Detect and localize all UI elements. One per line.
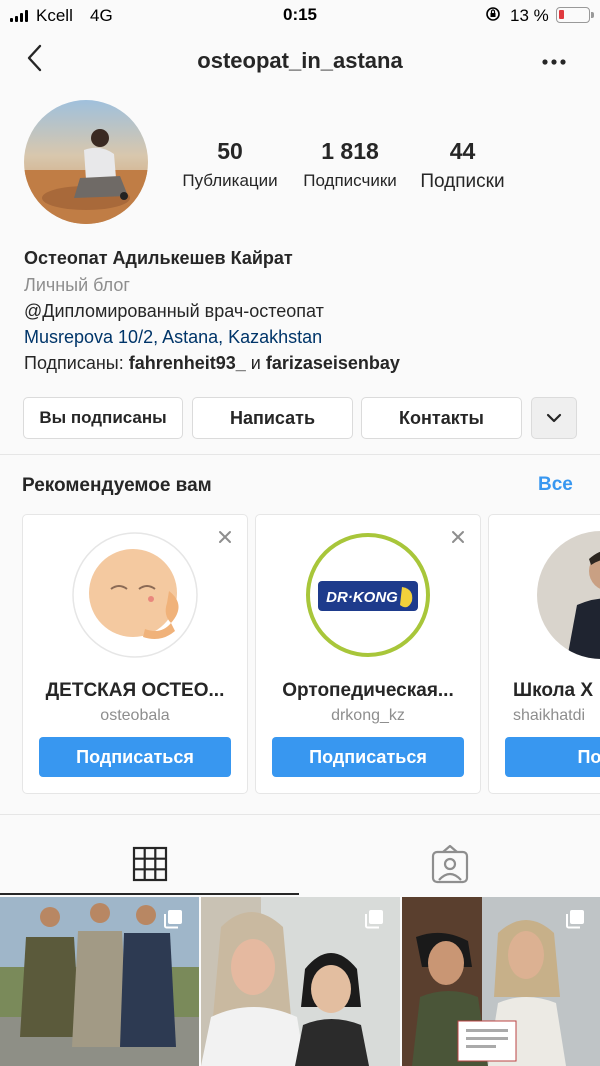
see-all-link[interactable]: Все bbox=[538, 474, 573, 496]
suggestion-name: Школа Х bbox=[513, 680, 594, 701]
active-tab-indicator bbox=[0, 893, 299, 895]
suggestion-card[interactable]: DR·KONG Ортопедическая... drkong_kz Подп… bbox=[255, 514, 481, 794]
following-label: Подписки bbox=[420, 171, 505, 192]
suggestion-username: drkong_kz bbox=[331, 707, 405, 724]
logo-text: DR·KONG bbox=[326, 589, 398, 606]
more-options-button[interactable] bbox=[535, 50, 575, 74]
divider bbox=[0, 454, 600, 455]
suggestion-username: shaikhatdi bbox=[513, 707, 586, 724]
followers-count: 1 818 bbox=[321, 138, 379, 164]
follow-button[interactable]: Подписаться bbox=[272, 737, 464, 777]
message-button[interactable]: Написать bbox=[192, 397, 353, 439]
profile-location-link[interactable]: Musrepova 10/2, Astana, Kazakhstan bbox=[24, 327, 322, 348]
tagged-person-icon bbox=[431, 844, 469, 884]
battery-icon bbox=[556, 7, 594, 23]
grid-icon bbox=[132, 846, 168, 882]
stat-following[interactable]: 44 Подписки bbox=[410, 138, 515, 193]
battery-percent: 13 % bbox=[510, 6, 549, 25]
stat-posts[interactable]: 50 Публикации bbox=[175, 138, 285, 191]
followed-by[interactable]: Подписаны: fahrenheit93_ и farizaseisenb… bbox=[24, 353, 400, 374]
close-icon bbox=[219, 531, 231, 543]
post-thumbnail[interactable] bbox=[402, 897, 600, 1066]
followed-by-and: и bbox=[245, 353, 266, 373]
suggestion-card[interactable]: ДЕТСКАЯ ОСТЕО... osteobala Подписаться bbox=[22, 514, 248, 794]
profile-avatar[interactable] bbox=[24, 100, 148, 224]
tab-tagged[interactable] bbox=[300, 840, 600, 896]
suggestion-avatar[interactable] bbox=[71, 531, 199, 659]
stat-followers[interactable]: 1 818 Подписчики bbox=[290, 138, 410, 191]
close-icon bbox=[452, 531, 464, 543]
multiple-photos-icon bbox=[364, 909, 384, 929]
more-dots-icon bbox=[542, 59, 566, 65]
followed-by-user-1[interactable]: fahrenheit93_ bbox=[129, 353, 246, 373]
suggestion-avatar[interactable]: DR·KONG bbox=[304, 531, 432, 659]
multiple-photos-icon bbox=[565, 909, 585, 929]
follow-button[interactable]: Подпи bbox=[505, 737, 600, 777]
multiple-photos-icon bbox=[163, 909, 183, 929]
followed-by-prefix: Подписаны: bbox=[24, 353, 129, 373]
post-thumbnail[interactable] bbox=[0, 897, 199, 1066]
profile-category: Личный блог bbox=[24, 275, 130, 295]
suggestion-name: Ортопедическая... bbox=[282, 680, 454, 701]
dismiss-suggestion-button[interactable] bbox=[217, 529, 233, 545]
posts-label: Публикации bbox=[182, 171, 278, 190]
following-count: 44 bbox=[449, 138, 476, 164]
profile-username-title: osteopat_in_astana bbox=[197, 48, 403, 73]
profile-bio: @Дипломированный врач-остеопат bbox=[24, 301, 324, 321]
tab-posts-grid[interactable] bbox=[0, 840, 300, 896]
followed-by-user-2[interactable]: farizaseisenbay bbox=[266, 353, 400, 373]
status-bar: Kcell 4G 0:15 13 % bbox=[0, 0, 600, 32]
suggestion-name: ДЕТСКАЯ ОСТЕО... bbox=[45, 680, 225, 701]
suggestions-title: Рекомендуемое вам bbox=[22, 475, 212, 496]
suggestion-card[interactable]: Школа Х shaikhatdi Подпи bbox=[488, 514, 600, 794]
post-thumbnail[interactable] bbox=[201, 897, 400, 1066]
follow-button[interactable]: Подписаться bbox=[39, 737, 231, 777]
dismiss-suggestion-button[interactable] bbox=[450, 529, 466, 545]
following-button[interactable]: Вы подписаны bbox=[23, 397, 183, 439]
suggestion-username: osteobala bbox=[100, 707, 170, 724]
posts-count: 50 bbox=[217, 138, 243, 164]
profile-name: Остеопат Адилькешев Кайрат bbox=[24, 248, 293, 268]
contacts-button[interactable]: Контакты bbox=[361, 397, 522, 439]
suggestion-avatar[interactable] bbox=[537, 531, 600, 659]
suggestions-toggle-button[interactable] bbox=[531, 397, 577, 439]
followers-label: Подписчики bbox=[303, 171, 397, 190]
rotation-lock-icon bbox=[485, 6, 501, 27]
chevron-down-icon bbox=[546, 413, 562, 423]
divider bbox=[0, 814, 600, 815]
